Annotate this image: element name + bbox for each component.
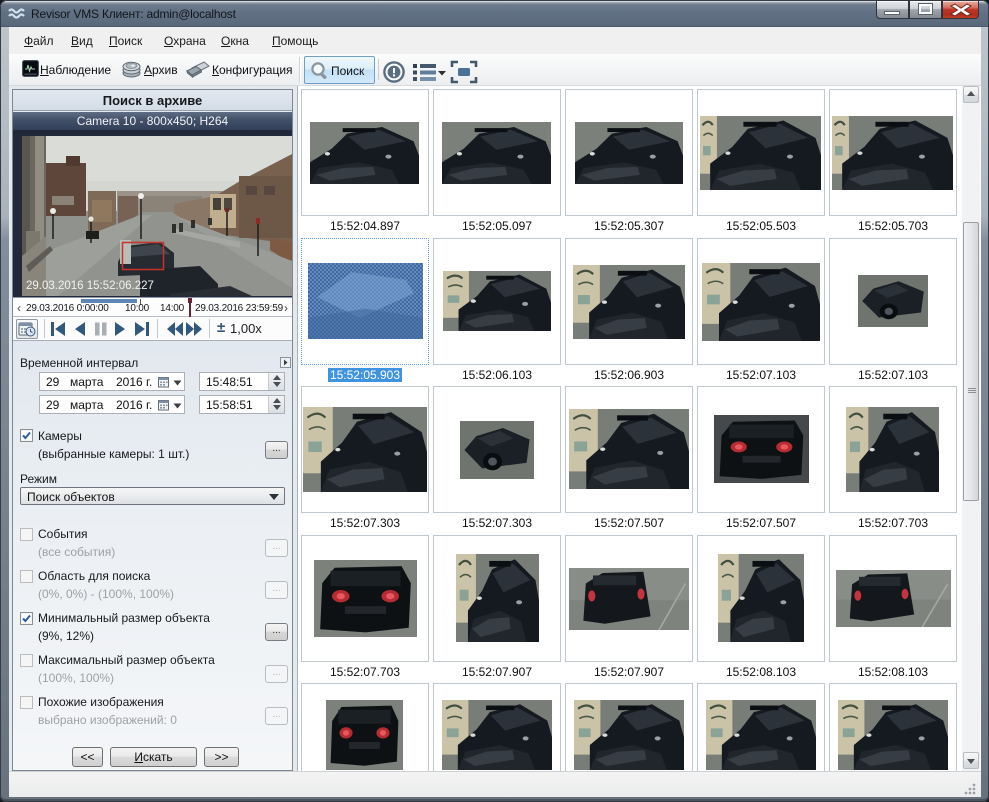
svg-text:29.03.2016 15:52:06.227: 29.03.2016 15:52:06.227 (26, 280, 154, 292)
